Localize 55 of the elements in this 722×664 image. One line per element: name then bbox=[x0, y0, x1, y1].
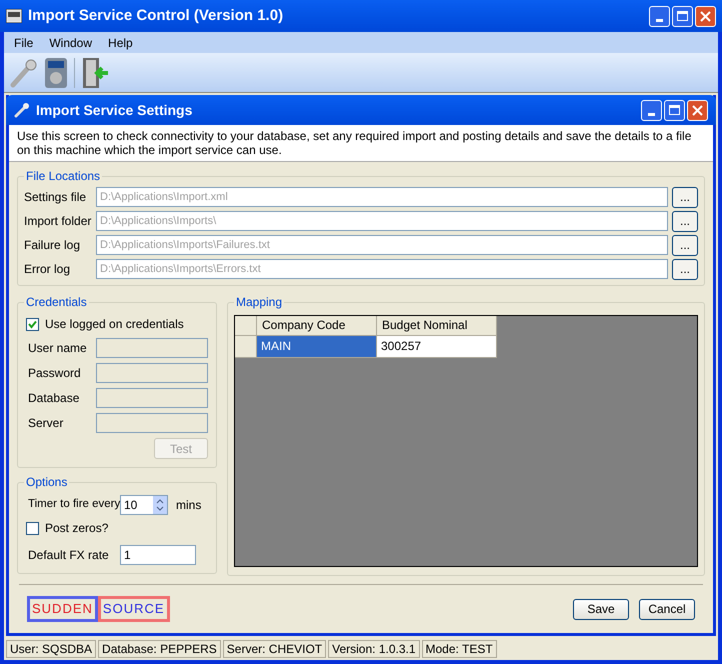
status-panel: User: SQSDBA bbox=[6, 640, 96, 658]
field-label: Server bbox=[28, 415, 64, 432]
field-label: Password bbox=[28, 365, 82, 382]
field-label: Default FX rate bbox=[28, 547, 110, 564]
field-label: User name bbox=[28, 340, 88, 357]
field-label: Database bbox=[28, 390, 80, 407]
column-header[interactable]: Company Code bbox=[257, 316, 377, 336]
checkbox[interactable] bbox=[26, 522, 39, 534]
close-button[interactable] bbox=[687, 100, 708, 120]
input-field[interactable] bbox=[96, 338, 208, 358]
table-cell[interactable]: 300257 bbox=[377, 336, 497, 358]
spin-field[interactable]: 10 bbox=[120, 495, 168, 515]
group-title: Options bbox=[24, 474, 70, 490]
input-field[interactable] bbox=[96, 363, 208, 383]
close-icon bbox=[700, 10, 711, 22]
maximize-button[interactable] bbox=[672, 6, 693, 26]
child-window-title: Import Service Settings bbox=[36, 100, 194, 120]
input-field[interactable]: 1 bbox=[120, 545, 196, 565]
checkbox[interactable] bbox=[26, 318, 39, 330]
spinner-arrows-icon[interactable] bbox=[153, 496, 167, 514]
input-field[interactable] bbox=[96, 388, 208, 408]
status-panel: Database: PEPPERS bbox=[98, 640, 221, 658]
window-title: Import Service Control (Version 1.0) bbox=[28, 6, 284, 26]
status-panel: Mode: TEST bbox=[422, 640, 497, 658]
status-panel: Server: CHEVIOT bbox=[222, 640, 326, 658]
minimize-button[interactable] bbox=[641, 100, 662, 120]
status-panel: Version: 1.0.3.1 bbox=[328, 640, 420, 658]
checkbox-label: Use logged on credentials bbox=[45, 316, 184, 333]
field-label: Settings file bbox=[24, 189, 88, 206]
table-cell[interactable]: MAIN bbox=[257, 336, 377, 358]
menu-item[interactable]: Help bbox=[102, 34, 139, 52]
dialog-button[interactable]: Cancel bbox=[639, 598, 695, 620]
input-field[interactable] bbox=[96, 413, 208, 433]
description-text: Use this screen to check connectivity to your database, set any required import and posting details and save the details to a file on this machine which the import service can use. bbox=[17, 129, 692, 157]
logo: SUDDEN SOURCE bbox=[27, 596, 170, 622]
close-icon bbox=[692, 104, 703, 116]
field-label: Error log bbox=[24, 261, 72, 278]
field-label: Failure log bbox=[24, 237, 82, 254]
exit-door-icon[interactable] bbox=[81, 56, 109, 88]
maximize-button[interactable] bbox=[664, 100, 685, 120]
checkbox-label: Post zeros? bbox=[45, 520, 108, 537]
field-label: Import folder bbox=[24, 213, 92, 230]
safe-icon[interactable] bbox=[44, 56, 68, 88]
dialog-button[interactable]: Save bbox=[573, 598, 629, 620]
close-button[interactable] bbox=[695, 6, 716, 26]
wrench-icon[interactable] bbox=[8, 58, 38, 88]
menu-item[interactable]: Window bbox=[43, 34, 98, 52]
group-title: Mapping bbox=[234, 294, 284, 310]
app-icon bbox=[6, 9, 22, 23]
row-header bbox=[235, 316, 257, 336]
menu-item[interactable]: File bbox=[8, 34, 40, 52]
wrench-icon bbox=[14, 102, 30, 118]
minimize-button[interactable] bbox=[649, 6, 670, 26]
unit-label: mins bbox=[176, 497, 202, 514]
column-header[interactable]: Budget Nominal bbox=[377, 316, 497, 336]
